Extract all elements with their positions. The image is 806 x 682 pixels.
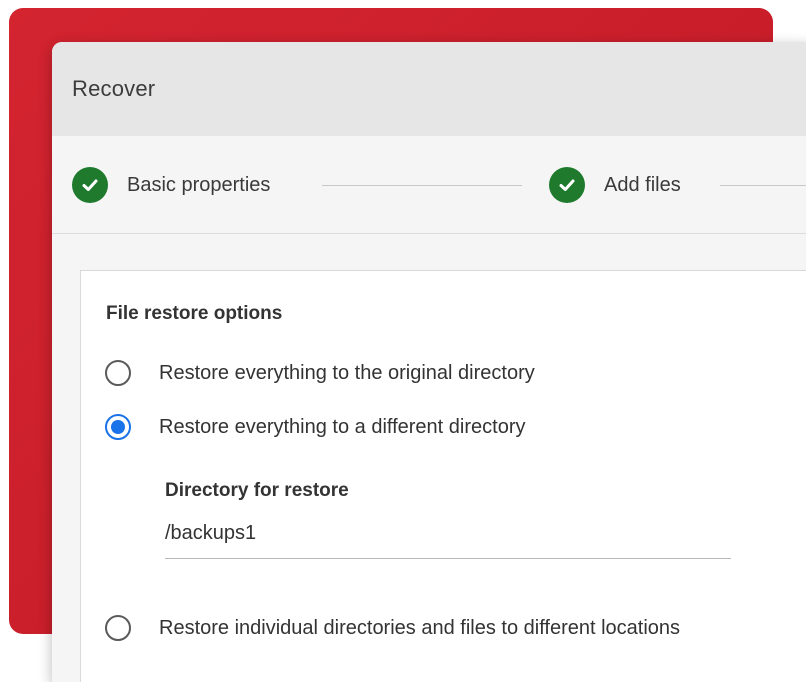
restore-options-card: File restore options Restore everything … [80,270,806,682]
step-label: Basic properties [127,173,271,196]
option-label: Restore everything to the original direc… [159,361,535,384]
directory-field-label: Directory for restore [165,480,349,501]
recover-dialog: Recover Basic properties Add files File … [52,42,806,682]
check-circle-icon [549,167,585,203]
radio-button[interactable] [105,360,131,386]
option-label: Restore individual directories and files… [159,616,681,639]
option-label: Restore everything to a different direct… [159,415,526,438]
dialog-header: Recover [52,42,806,136]
directory-input[interactable] [165,522,731,559]
section-title: File restore options [106,303,283,324]
option-restore-individual[interactable]: Restore individual directories and files… [105,615,680,641]
step-basic-properties[interactable]: Basic properties [72,136,270,234]
dialog-title: Recover [72,76,156,101]
step-label: Add files [604,173,681,196]
check-circle-icon [72,167,108,203]
option-restore-different[interactable]: Restore everything to a different direct… [105,414,525,440]
radio-button-selected[interactable] [105,414,131,440]
step-add-files[interactable]: Add files [549,136,681,234]
wizard-stepper: Basic properties Add files [52,136,806,234]
option-restore-original[interactable]: Restore everything to the original direc… [105,360,535,386]
radio-dot [111,420,125,434]
directory-field: Directory for restore [165,480,731,559]
radio-button[interactable] [105,615,131,641]
step-connector [720,185,806,186]
step-connector [322,185,522,186]
